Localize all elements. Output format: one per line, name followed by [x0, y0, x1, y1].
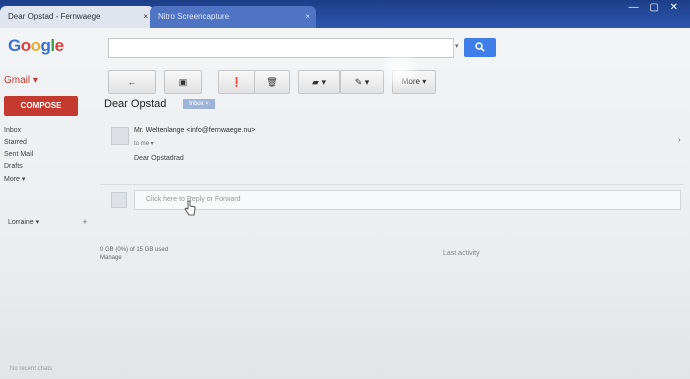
compose-button[interactable]: COMPOSE — [4, 96, 78, 116]
email-subject: Dear Opstad — [104, 98, 167, 110]
sidebar-item-sent[interactable]: Sent Mail — [4, 151, 33, 158]
back-button[interactable]: ← — [108, 70, 156, 94]
add-hangout-icon[interactable]: + — [80, 217, 90, 227]
divider — [100, 184, 684, 185]
browser-tab-inactive[interactable]: Nitro Screencapture × — [150, 6, 316, 28]
delete-button[interactable]: 🗑 — [254, 70, 290, 94]
logo-letter: g — [40, 36, 51, 55]
recipient-line[interactable]: to me ▾ — [134, 140, 154, 147]
screen: Dear Opstad - Fernwaege × Nitro Screenca… — [0, 0, 690, 379]
report-spam-button[interactable]: ❗ — [218, 70, 256, 94]
browser-tab-active[interactable]: Dear Opstad - Fernwaege × — [0, 6, 154, 28]
last-activity: Last activity — [443, 250, 480, 257]
sidebar-item-inbox[interactable]: Inbox — [4, 127, 21, 134]
screen-glare — [380, 50, 420, 90]
user-avatar — [111, 192, 127, 208]
gmail-menu[interactable]: Gmail ▾ — [4, 75, 38, 86]
manage-storage-link[interactable]: Manage — [100, 254, 168, 262]
storage-usage: 0 GB (0%) of 15 GB used — [100, 247, 169, 253]
chat-footer: No recent chats — [10, 366, 53, 372]
archive-icon: ▣ — [178, 77, 188, 87]
search-options-chevron-down-icon[interactable]: ▾ — [455, 42, 459, 50]
hand-cursor-icon — [184, 200, 196, 216]
labels-button[interactable]: ✎ ▾ — [340, 70, 384, 94]
hangouts-user[interactable]: Lorraine ▾ — [8, 218, 39, 226]
tab-close-icon[interactable]: × — [305, 6, 310, 28]
folder-icon: ▰ ▾ — [312, 77, 326, 87]
inbox-label-badge[interactable]: Inbox × — [183, 99, 215, 109]
archive-button[interactable]: ▣ — [164, 70, 202, 94]
sidebar-item-more[interactable]: More ▾ — [4, 175, 25, 183]
spam-icon: ❗ — [231, 77, 243, 87]
logo-letter: o — [30, 36, 41, 55]
search-button[interactable] — [464, 38, 496, 57]
label-icon: ✎ ▾ — [354, 77, 370, 87]
browser-tab-bar: Dear Opstad - Fernwaege × Nitro Screenca… — [0, 0, 690, 28]
back-arrow-icon: ← — [127, 77, 137, 87]
storage-info: 0 GB (0%) of 15 GB used Manage — [100, 246, 168, 262]
logo-letter: e — [54, 36, 64, 55]
logo-letter: o — [20, 36, 31, 55]
sidebar-item-starred[interactable]: Starred — [4, 139, 27, 146]
gmail-header: Google ▾ — [0, 28, 690, 68]
email-body: Dear Opstadrad — [134, 155, 184, 162]
sender-avatar — [111, 127, 129, 145]
move-to-button[interactable]: ▰ ▾ — [298, 70, 340, 94]
google-logo[interactable]: Google — [8, 36, 64, 56]
tab-title: Nitro Screencapture — [158, 12, 230, 21]
chevron-right-icon[interactable]: › — [678, 135, 681, 144]
logo-letter: G — [8, 36, 21, 55]
window-controls[interactable]: — ▢ ✕ — [629, 2, 682, 13]
trash-icon: 🗑 — [266, 77, 278, 87]
tab-close-icon[interactable]: × — [143, 6, 148, 28]
tab-title: Dear Opstad - Fernwaege — [8, 12, 101, 21]
search-icon — [475, 42, 485, 52]
sidebar-item-drafts[interactable]: Drafts — [4, 163, 23, 170]
sender-name[interactable]: Mr. Weltenlange <info@fernwaege.nu> — [134, 127, 255, 134]
